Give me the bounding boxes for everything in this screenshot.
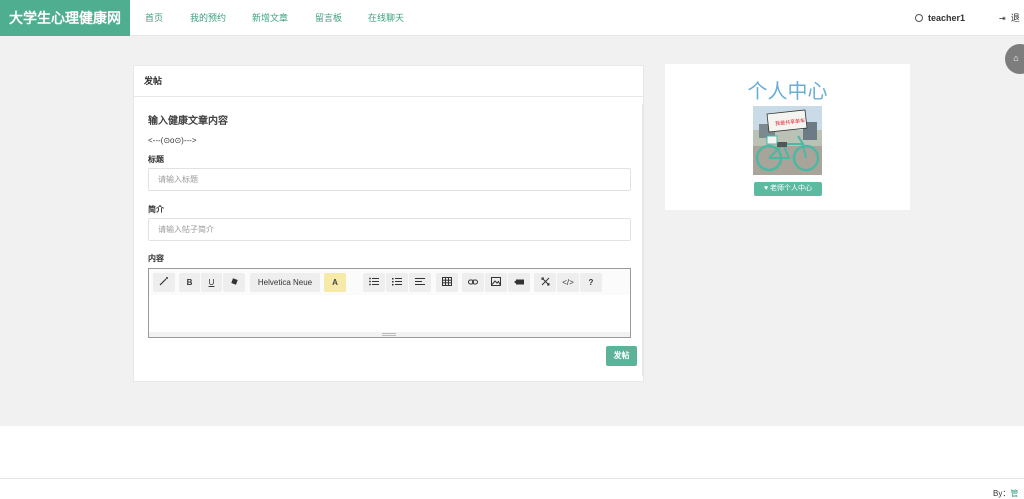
- font-family-select[interactable]: Helvetica Neue: [250, 273, 320, 292]
- submit-post-button[interactable]: 发帖: [606, 346, 637, 366]
- editor-resize-handle[interactable]: [149, 332, 630, 337]
- site-brand[interactable]: 大学生心理健康网: [0, 0, 130, 36]
- intro-input[interactable]: [148, 218, 631, 241]
- footer-author[interactable]: 管: [1010, 489, 1018, 498]
- nav-home[interactable]: 首页: [145, 0, 163, 36]
- username: teacher1: [928, 13, 966, 23]
- ordered-list-icon[interactable]: [386, 273, 408, 292]
- underline-button[interactable]: U: [201, 273, 222, 292]
- logout-icon: ⇥: [999, 14, 1006, 23]
- lower-band: [0, 426, 1024, 478]
- editor-toolbar: B U Helvetica Neue A </> ?: [149, 269, 630, 295]
- logout-label: 退: [1010, 13, 1020, 23]
- grip-icon: [382, 333, 396, 336]
- nav-new-article[interactable]: 新增文章: [252, 0, 288, 36]
- code-view-button[interactable]: </>: [557, 273, 579, 292]
- user-icon: [915, 14, 923, 22]
- intro-label: 简介: [148, 205, 164, 214]
- footer: By：管: [0, 478, 1024, 499]
- video-icon[interactable]: [508, 273, 530, 292]
- title-label: 标题: [148, 155, 164, 164]
- user-menu[interactable]: teacher1: [915, 0, 965, 36]
- section-title: 输入健康文章内容: [148, 116, 228, 127]
- badge-label: 老师个人中心: [770, 185, 813, 192]
- top-navbar: 大学生心理健康网 首页 我的预约 新增文章 留言板 在线聊天 teacher1 …: [0, 0, 1024, 36]
- teacher-center-badge[interactable]: ♥ 老师个人中心: [754, 182, 822, 196]
- emoticon-text: <---(⊙o⊙)--->: [148, 136, 197, 145]
- avatar[interactable]: 我是共享单车: [753, 106, 822, 175]
- nav-online-chat[interactable]: 在线聊天: [368, 0, 404, 36]
- editor-content-area[interactable]: [149, 295, 630, 332]
- text-color-button[interactable]: A: [324, 273, 346, 292]
- post-panel-title: 发帖: [134, 66, 643, 97]
- footer-credit: By：管: [993, 488, 1018, 499]
- profile-title: 个人中心: [747, 81, 828, 103]
- home-icon[interactable]: ⌂: [1005, 44, 1024, 74]
- content-label: 内容: [148, 254, 164, 263]
- help-button[interactable]: ?: [580, 273, 602, 292]
- logout-link[interactable]: ⇥ 退: [999, 0, 1020, 36]
- fullscreen-icon[interactable]: [534, 273, 556, 292]
- eraser-icon[interactable]: [223, 273, 245, 292]
- unordered-list-icon[interactable]: [363, 273, 385, 292]
- nav-my-appointments[interactable]: 我的预约: [190, 0, 226, 36]
- post-panel: 发帖 输入健康文章内容 <---(⊙o⊙)---> 标题 简介 内容 B U H…: [133, 65, 644, 382]
- heart-icon: ♥: [763, 185, 769, 192]
- title-input[interactable]: [148, 168, 631, 191]
- post-form: 输入健康文章内容 <---(⊙o⊙)---> 标题 简介 内容 B U Helv…: [140, 104, 643, 376]
- link-icon[interactable]: [462, 273, 484, 292]
- rich-text-editor: B U Helvetica Neue A </> ?: [148, 268, 631, 338]
- profile-panel: 个人中心 我是共享单车 ♥ 老师个人中心: [665, 64, 910, 210]
- nav-message-board[interactable]: 留言板: [315, 0, 342, 36]
- align-icon[interactable]: [409, 273, 431, 292]
- magic-wand-icon[interactable]: [153, 273, 175, 292]
- table-icon[interactable]: [436, 273, 458, 292]
- image-icon[interactable]: [485, 273, 507, 292]
- footer-by-label: By：: [993, 489, 1011, 498]
- bold-button[interactable]: B: [179, 273, 200, 292]
